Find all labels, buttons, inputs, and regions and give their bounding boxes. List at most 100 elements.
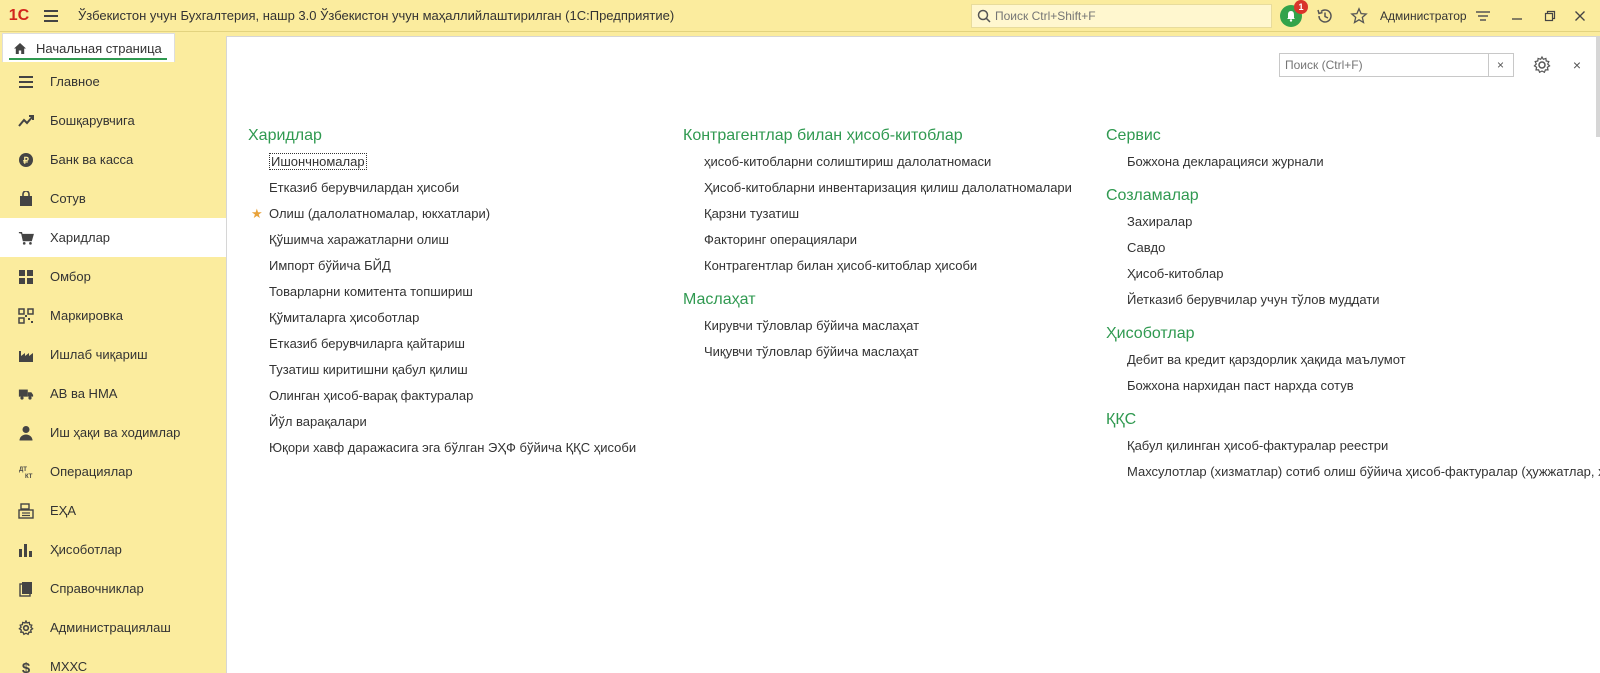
coin-icon: ₽: [18, 152, 34, 168]
sidebar: Главное Бошқарувчига ₽ Банк ва касса Сотув Ха…: [0, 62, 226, 673]
main-form: × × Харидлар Ишончномалар Етказиб берувчил…: [226, 36, 1600, 673]
nav-link[interactable]: Қарзни тузатиш: [683, 201, 1093, 227]
sidebar-item[interactable]: Главное: [0, 62, 226, 101]
nav-link-label: Импорт бўйича БЙД: [269, 258, 391, 273]
sidebar-item[interactable]: Иш ҳақи ва ходимлар: [0, 413, 226, 452]
search-icon: [977, 9, 991, 23]
close-window-button[interactable]: [1568, 0, 1592, 32]
notifications-button[interactable]: 1: [1278, 0, 1308, 32]
sidebar-item[interactable]: ДТ КТ Операциялар: [0, 452, 226, 491]
sidebar-item[interactable]: Справочниклар: [0, 569, 226, 608]
sidebar-item[interactable]: Ишлаб чиқариш: [0, 335, 226, 374]
group-title: Ҳисоботлар: [1106, 325, 1195, 342]
nav-link[interactable]: Қўшимча харажатларни олиш: [248, 227, 658, 253]
sidebar-item-label: Главное: [50, 74, 100, 89]
nav-link[interactable]: Чиқувчи тўловлар бўйича маслаҳат: [683, 339, 1093, 365]
nav-link[interactable]: Факторинг операциялари: [683, 227, 1093, 253]
sidebar-item[interactable]: Сотув: [0, 179, 226, 218]
cart-icon: [18, 230, 34, 246]
nav-link[interactable]: Ҳисоб-китобларни инвентаризация қилиш да…: [683, 175, 1093, 201]
link-group: Ҳисоботлар Дебит ва кредит қарздорлик ҳақ…: [1106, 321, 1600, 399]
nav-link[interactable]: Захиралар: [1106, 209, 1600, 235]
nav-link[interactable]: Товарларни комитента топшириш: [248, 279, 658, 305]
sidebar-item[interactable]: Администрациялаш: [0, 608, 226, 647]
sidebar-item[interactable]: ₽ Банк ва касса: [0, 140, 226, 179]
link-group: Созламалар Захиралар Савдо Ҳисоб-китоблар Йе…: [1106, 183, 1600, 313]
svg-text:КТ: КТ: [25, 474, 33, 480]
sidebar-item[interactable]: Маркировка: [0, 296, 226, 335]
user-name[interactable]: Администратор: [1380, 0, 1467, 32]
nav-link-label: Йўл варақалари: [269, 414, 367, 429]
nav-link[interactable]: Савдо: [1106, 235, 1600, 261]
gear-icon: [18, 619, 34, 636]
person-icon: [18, 425, 34, 441]
sidebar-item[interactable]: Бошқарувчига: [0, 101, 226, 140]
sidebar-item[interactable]: Омбор: [0, 257, 226, 296]
nav-link[interactable]: ҳисоб-китобларни солиштириш далолатномас…: [683, 149, 1093, 175]
sidebar-item[interactable]: Харидлар: [0, 218, 226, 257]
nav-link[interactable]: Контрагентлар билан ҳисоб-китоблар ҳисоб…: [683, 253, 1093, 279]
bag-icon: [18, 190, 34, 207]
group-title: Харидлар: [248, 127, 322, 144]
favorite-star-icon[interactable]: ★: [251, 201, 263, 227]
nav-link[interactable]: Махсулотлар (хизматлар) сотиб олиш бўйич…: [1106, 459, 1600, 485]
nav-link-label: Савдо: [1127, 240, 1166, 255]
favorites-button[interactable]: [1346, 0, 1372, 32]
sidebar-item-label: Справочниклар: [50, 581, 144, 596]
nav-link[interactable]: Қўмиталарга ҳисоботлар: [248, 305, 658, 331]
global-search-input[interactable]: [995, 9, 1255, 23]
sidebar-item[interactable]: АВ ва НМА: [0, 374, 226, 413]
nav-link-label: Ҳисоб-китобларни инвентаризация қилиш да…: [704, 180, 1072, 195]
sidebar-item-label: Омбор: [50, 269, 91, 284]
dollar-icon: $: [18, 659, 34, 673]
global-search-field[interactable]: [971, 4, 1272, 28]
nav-link-label: Кирувчи тўловлар бўйича маслаҳат: [704, 318, 920, 333]
link-group: ҚҚС Қабул қилинган ҳисоб-фактуралар реест…: [1106, 407, 1600, 485]
group-title: Контрагентлар билан ҳисоб-китоблар: [683, 127, 963, 144]
minimize-button[interactable]: [1505, 0, 1529, 32]
group-title: Созламалар: [1106, 187, 1199, 204]
sidebar-item[interactable]: ЕҲА: [0, 491, 226, 530]
nav-link[interactable]: Қабул қилинган ҳисоб-фактуралар реестри: [1106, 433, 1600, 459]
restore-button[interactable]: [1538, 0, 1562, 32]
group-title: Сервис: [1106, 127, 1161, 144]
nav-link[interactable]: Импорт бўйича БЙД: [248, 253, 658, 279]
history-button[interactable]: [1312, 0, 1338, 32]
sidebar-item[interactable]: Ҳисоботлар: [0, 530, 226, 569]
sidebar-item-label: Операциялар: [50, 464, 133, 479]
menu-lines-icon: [1476, 11, 1490, 21]
nav-link[interactable]: Божхона декларацияси журнали: [1106, 149, 1600, 175]
nav-link[interactable]: Йетказиб берувчилар учун тўлов муддати: [1106, 287, 1600, 313]
nav-link-label: Етказиб берувчилардан ҳисоби: [269, 180, 460, 195]
nav-link[interactable]: Тузатиш киритишни қабул қилиш: [248, 357, 658, 383]
nav-link[interactable]: Етказиб берувчиларга қайтариш: [248, 331, 658, 357]
nav-link[interactable]: Божхона нархидан паст нархда сотув: [1106, 373, 1600, 399]
cashregister-icon: [18, 502, 34, 519]
scrollbar[interactable]: [1596, 37, 1600, 137]
tab-home[interactable]: Начальная страница: [2, 33, 175, 62]
settings-menu-button[interactable]: [1471, 0, 1495, 32]
sidebar-item[interactable]: $ МХХС: [0, 647, 226, 673]
nav-link[interactable]: Ишончномалар: [248, 149, 658, 175]
nav-link[interactable]: ★ Олиш (далолатномалар, юкхатлари): [248, 201, 658, 227]
app-logo[interactable]: 1С: [0, 0, 38, 32]
nav-link[interactable]: Юқори хавф даражасига эга бўлган ЭҲФ бўй…: [248, 435, 658, 461]
clear-search-button[interactable]: ×: [1488, 54, 1512, 76]
close-form-button[interactable]: ×: [1567, 55, 1587, 75]
form-search-input[interactable]: [1280, 58, 1488, 72]
nav-link[interactable]: Етказиб берувчилардан ҳисоби: [248, 175, 658, 201]
history-icon: [1317, 9, 1332, 23]
nav-link[interactable]: Кирувчи тўловлар бўйича маслаҳат: [683, 313, 1093, 339]
sidebar-item-label: Харидлар: [50, 230, 111, 245]
nav-link[interactable]: Олинган ҳисоб-варақ фактуралар: [248, 383, 658, 409]
nav-link[interactable]: Дебит ва кредит қарздорлик ҳақида маълум…: [1106, 347, 1600, 373]
main-menu-icon[interactable]: [38, 0, 64, 32]
nav-link-label: Чиқувчи тўловлар бўйича маслаҳат: [704, 344, 919, 359]
gear-icon[interactable]: [1532, 55, 1552, 75]
nav-link-label: Қабул қилинган ҳисоб-фактуралар реестри: [1127, 438, 1389, 453]
form-search-field[interactable]: ×: [1279, 53, 1514, 77]
nav-link[interactable]: Йўл варақалари: [248, 409, 658, 435]
nav-link-label: Етказиб берувчиларга қайтариш: [269, 336, 465, 351]
nav-link[interactable]: Ҳисоб-китоблар: [1106, 261, 1600, 287]
qr-icon: [18, 307, 34, 324]
